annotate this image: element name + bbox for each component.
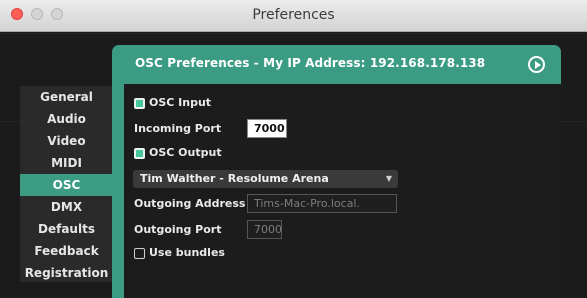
sidebar-item-audio[interactable]: Audio (20, 108, 113, 130)
outgoing-port-label: Outgoing Port (134, 223, 222, 236)
chevron-down-icon: ▼ (385, 174, 392, 183)
osc-input-checkbox[interactable] (134, 98, 145, 109)
use-bundles-checkbox[interactable] (134, 248, 145, 259)
osc-preferences-panel: OSC Preferences - My IP Address: 192.168… (112, 45, 561, 298)
play-circle-icon[interactable] (528, 56, 545, 73)
osc-settings-area: OSC Input Incoming Port 7000 OSC Output … (124, 84, 561, 298)
preferences-sidebar: General Audio Video MIDI OSC DMX Default… (20, 86, 113, 282)
sidebar-item-general[interactable]: General (20, 86, 113, 108)
title-bar: Preferences (0, 0, 587, 32)
osc-output-label: OSC Output (149, 146, 222, 159)
panel-title: OSC Preferences - My IP Address: 192.168… (135, 56, 486, 70)
sidebar-item-defaults[interactable]: Defaults (20, 218, 113, 240)
outgoing-address-label: Outgoing Address (134, 197, 246, 210)
sidebar-item-registration[interactable]: Registration (20, 262, 113, 284)
osc-input-label: OSC Input (149, 96, 212, 109)
osc-output-checkbox[interactable] (134, 148, 145, 159)
window-title: Preferences (252, 7, 335, 23)
output-device-value: Tim Walther - Resolume Arena (140, 172, 329, 185)
sidebar-item-osc[interactable]: OSC (20, 174, 113, 196)
output-device-select[interactable]: Tim Walther - Resolume Arena ▼ (133, 170, 398, 188)
incoming-port-input[interactable]: 7000 (247, 119, 287, 138)
incoming-port-label: Incoming Port (134, 122, 222, 135)
sidebar-item-midi[interactable]: MIDI (20, 152, 113, 174)
use-bundles-label: Use bundles (149, 246, 225, 259)
outgoing-port-input[interactable]: 7000 (247, 220, 282, 239)
sidebar-item-feedback[interactable]: Feedback (20, 240, 113, 262)
sidebar-item-dmx[interactable]: DMX (20, 196, 113, 218)
sidebar-item-video[interactable]: Video (20, 130, 113, 152)
outgoing-address-input[interactable]: Tims-Mac-Pro.local. (247, 194, 397, 213)
